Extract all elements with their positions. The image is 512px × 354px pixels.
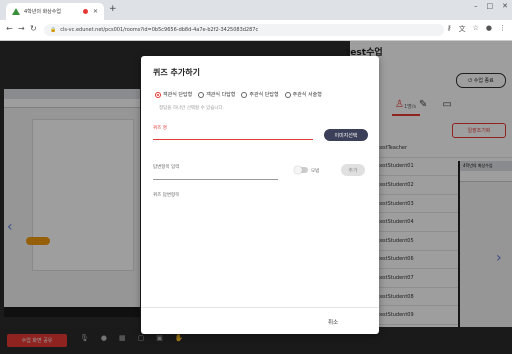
url-field[interactable]: 🔒 cls-vc.edunet.net/pcs001/rooms?id=0b5c…: [44, 24, 444, 36]
radio-multiple-choice-multi[interactable]: 객관식 다답형: [198, 91, 235, 98]
radio-multiple-choice-single[interactable]: 객관식 단답형: [155, 91, 192, 98]
quiz-name-input[interactable]: [153, 133, 313, 140]
browser-tab[interactable]: 4학년의 화상수업 ✕: [6, 3, 104, 20]
cancel-button[interactable]: 취소: [328, 318, 338, 326]
forward-arrow-icon[interactable]: →: [18, 24, 25, 33]
browser-tab-bar: 4학년의 화상수업 ✕ + – □ ✕: [0, 0, 512, 20]
url-text: cls-vc.edunet.net/pcs001/rooms?id=0b5c96…: [60, 27, 259, 33]
quiz-type-hint: 정답을 하나만 선택할 수 있습니다.: [159, 106, 225, 111]
address-bar-row: ← → ↻ 🔒 cls-vc.edunet.net/pcs001/rooms?i…: [0, 20, 512, 41]
radio-essay[interactable]: 주관식 서술형: [284, 91, 322, 98]
dialog-divider: [141, 307, 379, 308]
key-icon[interactable]: ⚷: [446, 24, 451, 34]
select-image-button[interactable]: 이미지선택: [324, 129, 368, 141]
edunet-logo-icon: [12, 8, 20, 15]
answer-label: 답변항목 입력: [153, 165, 180, 170]
radio-icon: [284, 91, 291, 98]
translate-icon[interactable]: 文: [459, 24, 466, 34]
quiz-type-radios: 객관식 단답형 객관식 다답형 주관식 단답형 주관식 서술형: [155, 91, 322, 98]
radio-icon: [198, 91, 205, 98]
browser-tab-title: 4학년의 화상수업: [24, 9, 61, 15]
new-tab-button[interactable]: +: [109, 4, 117, 14]
answer-input[interactable]: [153, 173, 278, 180]
radio-selected-icon: [155, 91, 161, 98]
menu-icon[interactable]: ⋮: [499, 24, 506, 34]
model-answer-toggle[interactable]: [294, 166, 308, 174]
lock-icon: 🔒: [50, 27, 57, 33]
profile-icon[interactable]: ●: [486, 24, 492, 34]
tab-close-icon[interactable]: ✕: [93, 8, 98, 15]
radio-short-answer[interactable]: 주관식 단답형: [241, 91, 279, 98]
close-window-button[interactable]: ✕: [502, 2, 508, 10]
minimize-button[interactable]: –: [474, 2, 478, 10]
answer-list-label: 퀴즈 답변항목: [153, 193, 180, 198]
star-icon[interactable]: ☆: [473, 24, 479, 34]
reload-icon[interactable]: ↻: [30, 24, 37, 33]
dialog-title: 퀴즈 추가하기: [153, 68, 200, 77]
toolbar-icons: ⚷ 文 ☆ ● ⋮: [446, 24, 506, 34]
radio-icon: [241, 91, 248, 98]
window-controls: – □ ✕: [474, 2, 508, 10]
back-arrow-icon[interactable]: ←: [6, 24, 13, 33]
add-quiz-dialog: 퀴즈 추가하기 객관식 단답형 객관식 다답형 주관식 단답형 주관식 서술형 …: [141, 56, 379, 334]
recording-dot-icon: [82, 9, 88, 14]
toggle-label: 모범: [311, 169, 320, 174]
maximize-button[interactable]: □: [487, 2, 494, 10]
add-answer-button[interactable]: 추가: [341, 164, 365, 176]
quiz-name-label: 퀴즈 명: [153, 126, 167, 131]
